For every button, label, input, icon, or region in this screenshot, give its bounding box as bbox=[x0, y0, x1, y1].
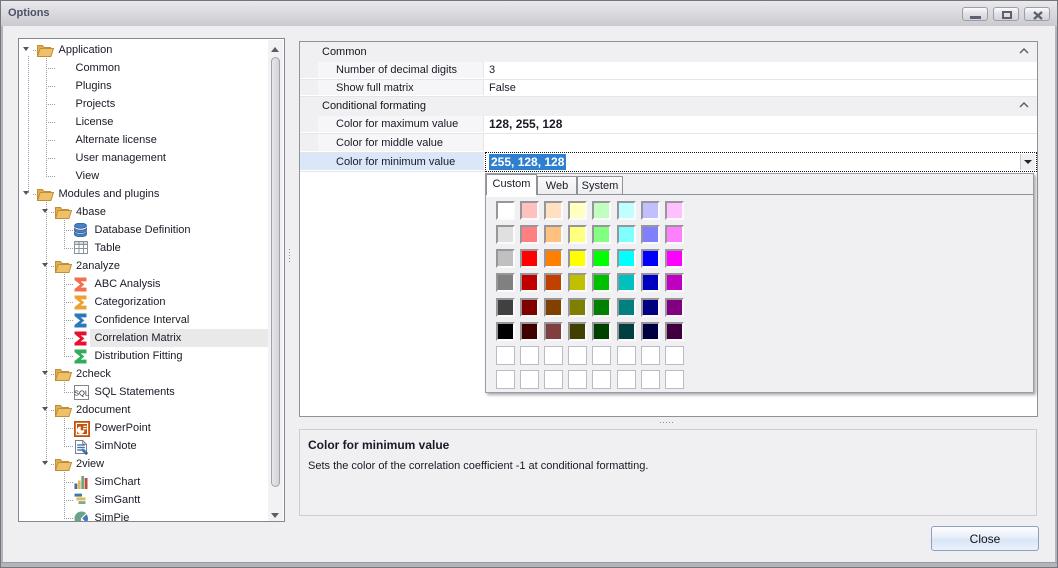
svg-text:SQL: SQL bbox=[74, 388, 89, 397]
